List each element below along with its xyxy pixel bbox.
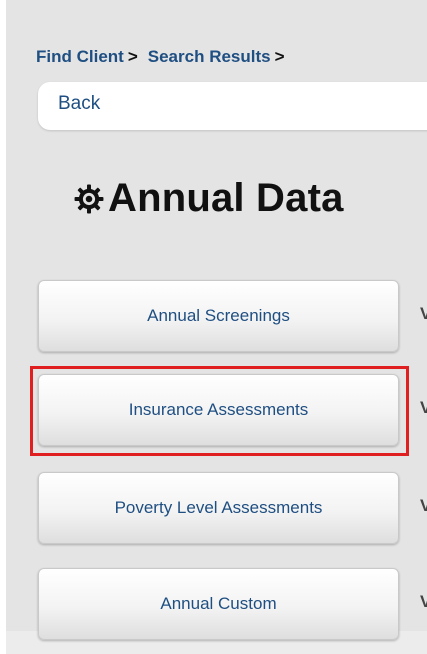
breadcrumb-find-client[interactable]: Find Client [36,47,124,67]
annual-screenings-label: Annual Screenings [147,306,290,325]
page-header: Annual Data [72,176,344,221]
breadcrumb-separator: > [274,47,285,66]
back-link[interactable]: Back [58,93,100,115]
annual-custom-button[interactable]: Annual Custom [38,568,399,640]
breadcrumb-separator: > [127,47,138,66]
row-edge-text: V [420,304,427,323]
gear-icon [74,184,104,213]
breadcrumb: Find Client > Search Results > [36,44,295,70]
row-edge-text: V [420,398,427,417]
annual-custom-label: Annual Custom [160,594,277,613]
annual-screenings-button[interactable]: Annual Screenings [38,280,399,352]
poverty-level-assessments-button[interactable]: Poverty Level Assessments [38,472,399,544]
page-title: Annual Data [108,176,344,220]
highlight-box [30,366,409,456]
breadcrumb-search-results[interactable]: Search Results [148,47,271,67]
row-edge-text: V [420,496,427,515]
poverty-level-assessments-label: Poverty Level Assessments [114,498,323,517]
row-edge-text: V [420,592,427,611]
